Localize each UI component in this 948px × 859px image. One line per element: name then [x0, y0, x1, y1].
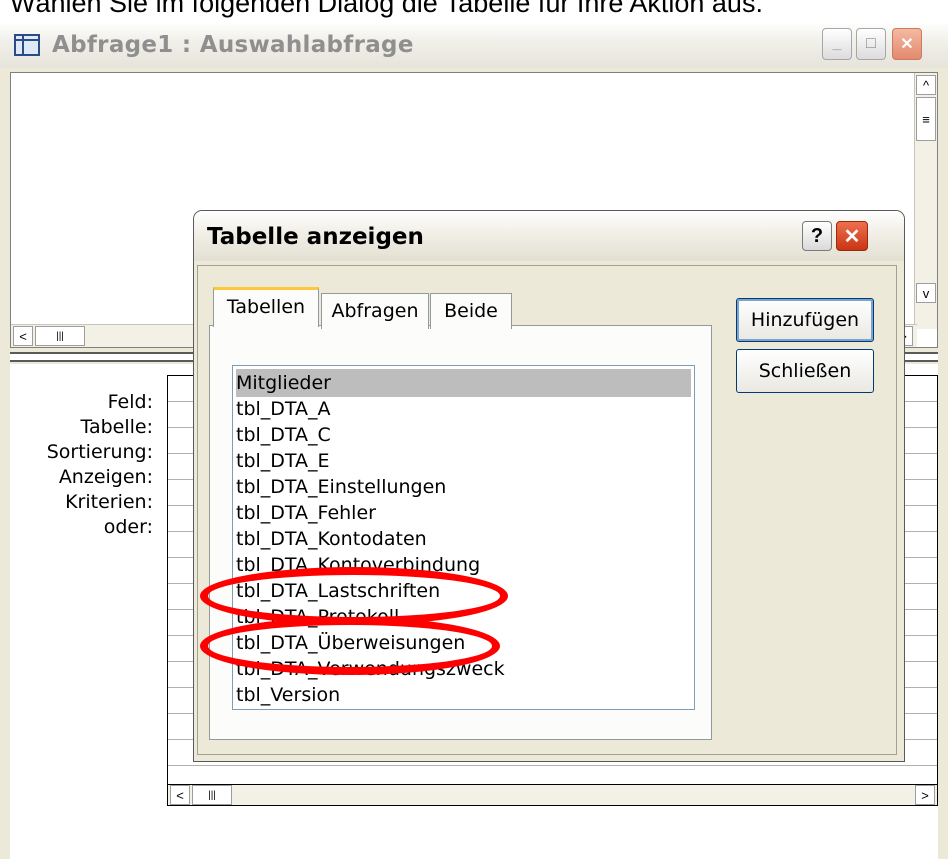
- dialog-titlebar[interactable]: Tabelle anzeigen ? ✕: [194, 211, 904, 261]
- dialog-close-button[interactable]: ✕: [836, 221, 868, 251]
- scroll-left-button[interactable]: <: [13, 326, 33, 346]
- row-label-anzeigen: Anzeigen:: [58, 466, 153, 488]
- list-item[interactable]: tbl_DTA_E: [236, 447, 330, 475]
- add-button[interactable]: Hinzufügen: [736, 298, 874, 342]
- list-item[interactable]: tbl_DTA_A: [236, 395, 331, 423]
- tab-tabellen[interactable]: Tabellen: [213, 287, 319, 327]
- list-item[interactable]: tbl_DTA_Kontoverbindung: [236, 551, 480, 579]
- maximize-button[interactable]: □: [856, 28, 886, 60]
- tab-abfragen[interactable]: Abfragen: [321, 293, 429, 329]
- main-titlebar[interactable]: Abfrage1 : Auswahlabfrage _ □ ✕: [0, 22, 948, 68]
- grid-scroll-right-button[interactable]: >: [915, 785, 935, 805]
- row-labels: Feld: Tabelle: Sortierung: Anzeigen: Kri…: [10, 390, 153, 540]
- list-item-mitglieder[interactable]: Mitglieder: [236, 369, 691, 397]
- row-label-oder: oder:: [103, 516, 153, 538]
- dialog-title: Tabelle anzeigen: [207, 224, 424, 250]
- table-listbox[interactable]: Mitglieder tbl_DTA_A tbl_DTA_C tbl_DTA_E…: [232, 365, 695, 710]
- row-label-feld: Feld:: [107, 391, 153, 413]
- list-item[interactable]: tbl_DTA_Verwendungszweck: [236, 655, 505, 683]
- scroll-up-button[interactable]: ^: [916, 75, 936, 95]
- list-item[interactable]: tbl_DTA_C: [236, 421, 331, 449]
- row-label-kriterien: Kriterien:: [65, 491, 153, 513]
- grid-scroll-thumb[interactable]: |||: [192, 785, 232, 805]
- window-title: Abfrage1 : Auswahlabfrage: [52, 32, 414, 58]
- grid-horizontal-scrollbar[interactable]: < ||| >: [167, 784, 938, 806]
- help-button[interactable]: ?: [802, 221, 832, 251]
- table-grid-icon: [14, 34, 40, 56]
- list-item[interactable]: tbl_DTA_Kontodaten: [236, 525, 427, 553]
- scroll-down-button[interactable]: v: [916, 283, 936, 303]
- close-button[interactable]: ✕: [892, 28, 922, 60]
- list-item[interactable]: tbl_DTA_Protokoll: [236, 603, 399, 631]
- row-label-tabelle: Tabelle:: [80, 416, 153, 438]
- vertical-scrollbar[interactable]: ^ ≡ v: [914, 73, 937, 329]
- scroll-thumb-horizontal[interactable]: |||: [35, 326, 85, 346]
- list-item[interactable]: tbl_DTA_Einstellungen: [236, 473, 446, 501]
- list-item[interactable]: tbl_Version: [236, 681, 340, 709]
- close-dialog-button[interactable]: Schließen: [736, 349, 874, 393]
- minimize-button[interactable]: _: [822, 28, 852, 60]
- row-label-sortierung: Sortierung:: [46, 441, 153, 463]
- list-item[interactable]: tbl_DTA_Fehler: [236, 499, 376, 527]
- instruction-caption: Wählen Sie im folgenden Dialog die Tabel…: [10, 0, 763, 18]
- grid-scroll-left-button[interactable]: <: [170, 785, 190, 805]
- list-item-lastschriften[interactable]: tbl_DTA_Lastschriften: [236, 577, 440, 605]
- tab-beide[interactable]: Beide: [430, 293, 512, 329]
- scroll-thumb-vertical[interactable]: ≡: [916, 97, 936, 141]
- list-item-ueberweisungen[interactable]: tbl_DTA_Überweisungen: [236, 629, 465, 657]
